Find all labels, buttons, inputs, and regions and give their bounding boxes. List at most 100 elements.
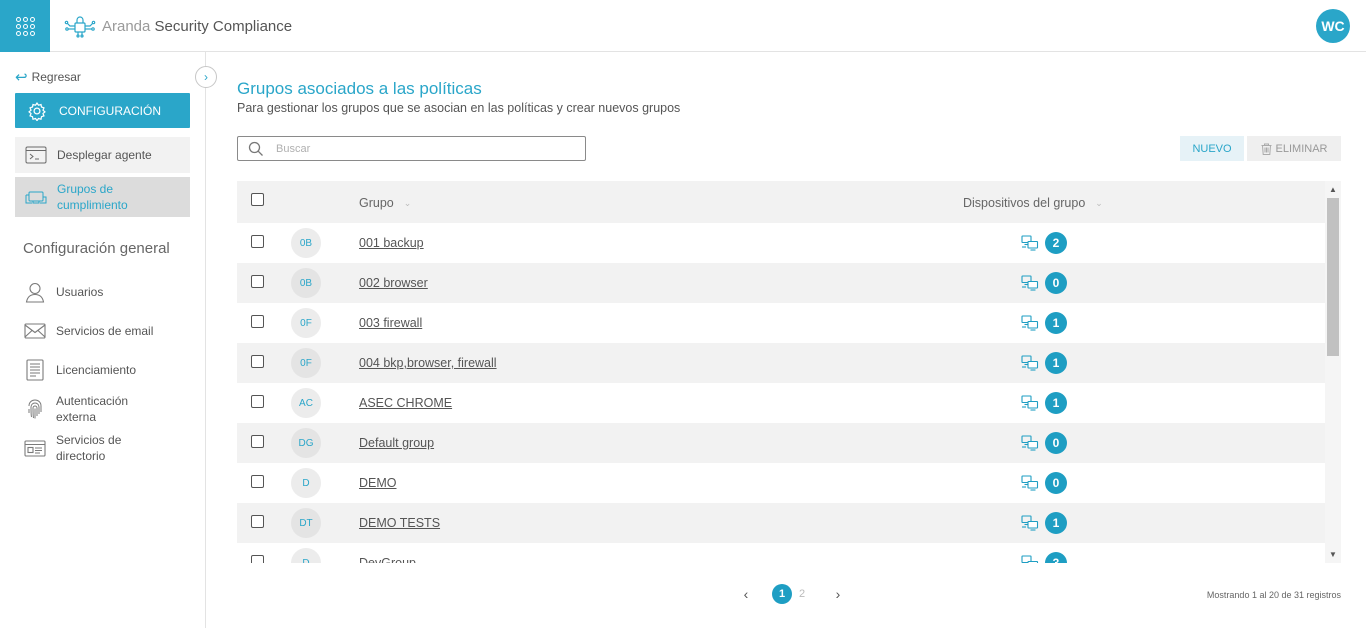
section-title-general-config: Configuración general — [23, 240, 170, 257]
row-checkbox[interactable] — [251, 315, 264, 328]
page-subtitle: Para gestionar los grupos que se asocian… — [237, 101, 681, 115]
devices-icon — [1021, 515, 1039, 531]
sidebar-item-external-auth[interactable]: Autenticación externa — [24, 393, 156, 425]
group-name-link[interactable]: 001 backup — [359, 236, 424, 250]
group-initials-avatar: D — [291, 548, 321, 563]
device-count-badge: 0 — [1045, 432, 1067, 454]
sidebar-item-licensing[interactable]: Licenciamiento — [24, 359, 136, 381]
configuration-button[interactable]: CONFIGURACIÓN — [15, 93, 190, 128]
app-launcher-button[interactable] — [0, 0, 50, 52]
row-checkbox[interactable] — [251, 355, 264, 368]
row-checkbox[interactable] — [251, 475, 264, 488]
devices-icon — [1021, 235, 1039, 251]
back-arrow-icon: ↩ — [15, 69, 28, 86]
column-header-devices[interactable]: Dispositivos del grupo ⌄ — [963, 196, 1103, 210]
back-link[interactable]: ↩ Regresar — [15, 68, 81, 86]
delete-label: ELIMINAR — [1275, 142, 1328, 155]
top-bar: Aranda Security Compliance WC — [0, 0, 1366, 52]
row-checkbox[interactable] — [251, 235, 264, 248]
group-devices[interactable]: 1 — [1021, 312, 1067, 334]
new-group-button[interactable]: NUEVO — [1180, 136, 1244, 161]
table-row: AC ASEC CHROME 1 — [237, 383, 1325, 423]
table-row: DT DEMO TESTS 1 — [237, 503, 1325, 543]
page-number-current[interactable]: 1 — [772, 584, 792, 604]
search-box[interactable] — [237, 136, 586, 161]
row-checkbox[interactable] — [251, 515, 264, 528]
envelope-icon — [24, 323, 46, 339]
sidebar-item-compliance-groups[interactable]: Grupos de cumplimiento — [15, 177, 190, 217]
delete-button[interactable]: ELIMINAR — [1247, 136, 1341, 161]
group-name-link[interactable]: DEMO — [359, 476, 397, 490]
group-name-link[interactable]: 002 browser — [359, 276, 428, 290]
devices-icon — [1021, 475, 1039, 491]
search-icon — [248, 141, 263, 156]
app-logo[interactable]: Aranda Security Compliance — [64, 14, 292, 38]
group-initials-avatar: DT — [291, 508, 321, 538]
fingerprint-icon — [28, 399, 42, 419]
group-devices[interactable]: 0 — [1021, 432, 1067, 454]
column-header-group[interactable]: Grupo ⌄ — [359, 196, 411, 210]
brand-name: Aranda — [102, 17, 151, 35]
row-checkbox[interactable] — [251, 555, 264, 563]
sidebar-item-deploy-agent[interactable]: Desplegar agente — [15, 137, 190, 173]
group-name-link[interactable]: DevGroup — [359, 556, 416, 563]
scrollbar-thumb[interactable] — [1327, 198, 1339, 356]
group-name-link[interactable]: Default group — [359, 436, 434, 450]
search-input[interactable] — [276, 142, 556, 155]
collapse-sidebar-button[interactable]: › — [195, 66, 217, 88]
group-name-link[interactable]: ASEC CHROME — [359, 396, 452, 410]
row-checkbox[interactable] — [251, 275, 264, 288]
table-row: 0F 004 bkp,browser, firewall 1 — [237, 343, 1325, 383]
group-initials-avatar: DG — [291, 428, 321, 458]
group-devices[interactable]: 2 — [1021, 232, 1067, 254]
next-page-icon[interactable]: › — [832, 586, 844, 602]
group-devices[interactable]: 3 — [1021, 552, 1067, 563]
group-name-link[interactable]: 003 firewall — [359, 316, 422, 330]
table-row: 0B 002 browser 0 — [237, 263, 1325, 303]
group-devices[interactable]: 1 — [1021, 352, 1067, 374]
device-count-badge: 1 — [1045, 312, 1067, 334]
table-row: 0F 003 firewall 1 — [237, 303, 1325, 343]
device-count-badge: 1 — [1045, 512, 1067, 534]
row-checkbox[interactable] — [251, 395, 264, 408]
chevron-right-icon: › — [204, 70, 208, 84]
sidebar-item-directory-services[interactable]: Servicios de directorio — [24, 432, 156, 464]
apps-grid-icon — [15, 16, 35, 36]
row-checkbox[interactable] — [251, 435, 264, 448]
product-name: Security Compliance — [154, 17, 293, 35]
vertical-scrollbar[interactable]: ▲ ▼ — [1325, 181, 1341, 563]
table-row: D DevGroup 3 — [237, 543, 1325, 563]
device-count-badge: 2 — [1045, 232, 1067, 254]
devices-icon — [1021, 435, 1039, 451]
prev-page-icon[interactable]: ‹ — [740, 586, 752, 602]
scroll-up-icon[interactable]: ▲ — [1329, 185, 1337, 194]
device-count-badge: 0 — [1045, 472, 1067, 494]
devices-group-icon — [25, 191, 47, 204]
device-count-badge: 1 — [1045, 392, 1067, 414]
table-body: 0B 001 backup 2 0B 002 browser 0 0F 003 firewal… — [237, 223, 1325, 563]
back-label: Regresar — [31, 70, 81, 84]
user-avatar[interactable]: WC — [1316, 9, 1350, 43]
device-count-badge: 1 — [1045, 352, 1067, 374]
terminal-window-icon — [25, 146, 47, 164]
group-devices[interactable]: 1 — [1021, 512, 1067, 534]
group-devices[interactable]: 0 — [1021, 272, 1067, 294]
pagination: ‹ 1 2 › — [740, 584, 844, 604]
directory-card-icon — [24, 440, 46, 457]
scroll-down-icon[interactable]: ▼ — [1329, 550, 1337, 559]
sidebar-item-users[interactable]: Usuarios — [24, 281, 103, 303]
devices-icon — [1021, 395, 1039, 411]
group-initials-avatar: 0B — [291, 228, 321, 258]
groups-table: Grupo ⌄ Dispositivos del grupo ⌄ 0B 001 b… — [237, 181, 1341, 563]
select-all-checkbox[interactable] — [251, 193, 264, 206]
group-devices[interactable]: 0 — [1021, 472, 1067, 494]
group-initials-avatar: 0F — [291, 308, 321, 338]
group-devices[interactable]: 1 — [1021, 392, 1067, 414]
group-name-link[interactable]: DEMO TESTS — [359, 516, 440, 530]
group-name-link[interactable]: 004 bkp,browser, firewall — [359, 356, 497, 370]
sidebar: ↩ Regresar › CONFIGURACIÓN Desplegar age… — [0, 52, 217, 628]
table-row: D DEMO 0 — [237, 463, 1325, 503]
page-number[interactable]: 2 — [792, 584, 812, 604]
sidebar-item-email-services[interactable]: Servicios de email — [24, 320, 153, 342]
trash-icon — [1261, 143, 1272, 155]
